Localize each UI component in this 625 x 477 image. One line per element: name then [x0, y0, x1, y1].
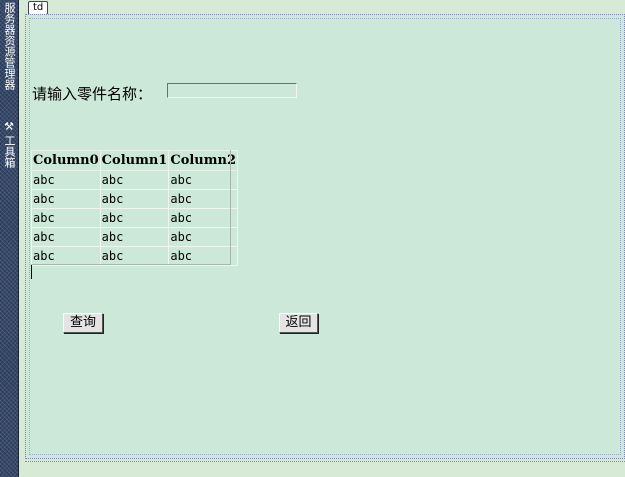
- grid-cell: abc: [99, 170, 170, 190]
- grid-cell: abc: [168, 170, 239, 190]
- grid-cell: abc: [31, 246, 101, 266]
- table-row[interactable]: abc abc abc: [31, 170, 239, 190]
- table-row[interactable]: abc abc abc: [31, 208, 239, 228]
- grid-cell: abc: [168, 208, 239, 228]
- table-row[interactable]: abc abc abc: [31, 246, 239, 266]
- grid-header-row: Column0 Column1 Column2: [31, 150, 239, 171]
- server-explorer-tab[interactable]: 服务器资源管理器: [1, 2, 17, 90]
- query-button[interactable]: 查询: [63, 313, 103, 333]
- table-row[interactable]: abc abc abc: [31, 189, 239, 209]
- part-name-label: 请输入零件名称：: [32, 85, 153, 103]
- text-caret: [31, 265, 32, 279]
- grid-header-column0[interactable]: Column0: [31, 150, 101, 171]
- back-button[interactable]: 返回: [279, 313, 318, 333]
- design-bottom-border: [25, 461, 625, 462]
- toolbox-strip[interactable]: 服务器资源管理器 ⚒ 工具箱: [0, 0, 19, 477]
- grid-cell: abc: [99, 227, 170, 247]
- table-row[interactable]: abc abc abc: [31, 227, 239, 247]
- grid-cell: abc: [168, 227, 239, 247]
- toolbox-icon: ⚒: [4, 120, 14, 133]
- grid-cell: abc: [31, 170, 101, 190]
- grid-cell: abc: [99, 189, 170, 209]
- grid-cell: abc: [31, 227, 101, 247]
- part-name-input[interactable]: [167, 83, 297, 98]
- grid-cell: abc: [168, 246, 239, 266]
- toolbox-tab[interactable]: 工具箱: [1, 135, 17, 168]
- grid-header-column1[interactable]: Column1: [99, 150, 170, 171]
- grid-cell: abc: [99, 208, 170, 228]
- grid-cell: abc: [99, 246, 170, 266]
- td-tag-label[interactable]: td: [28, 1, 49, 15]
- grid-header-column2[interactable]: Column2: [168, 150, 239, 171]
- grid-cell: abc: [168, 189, 239, 209]
- grid-cell: abc: [31, 208, 101, 228]
- data-grid[interactable]: Column0 Column1 Column2 abc abc abc abc …: [31, 150, 239, 266]
- grid-cell: abc: [31, 189, 101, 209]
